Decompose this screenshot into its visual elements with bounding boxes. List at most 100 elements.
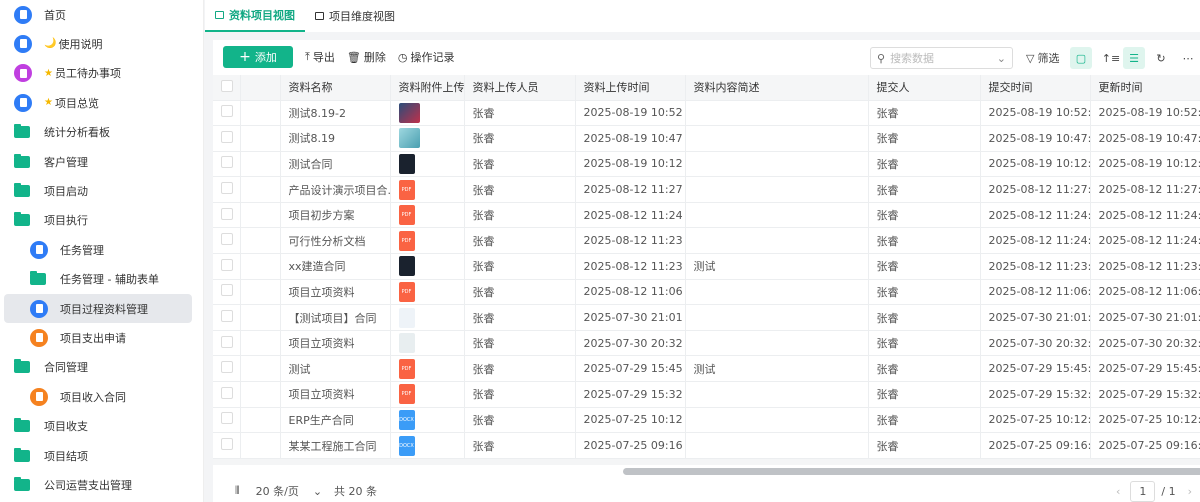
row-checkbox[interactable] (213, 407, 241, 434)
attachment-thumbnail[interactable]: PDF (390, 279, 465, 306)
export-button[interactable]: ⤒ 导出 (305, 49, 335, 65)
columns-icon[interactable]: ⫴ (235, 484, 240, 498)
attachment-thumbnail[interactable]: PDF (390, 227, 465, 255)
delete-button[interactable]: 🗑 删除 (347, 49, 386, 65)
sidebar-item[interactable]: 项目过程资料管理 (4, 294, 192, 323)
sidebar-item[interactable]: 任务管理 - 辅助表单 (4, 265, 192, 294)
column-header[interactable]: 资料上传人员 (464, 75, 576, 101)
attachment-thumbnail[interactable] (390, 304, 465, 331)
table-row[interactable]: 测试合同 张睿 2025-08-19 10:12 张睿 2025-08-19 10:12… (213, 151, 1200, 178)
table-row[interactable]: 产品设计演示项目合... PDF 张睿 2025-08-12 11:27 张睿 2025-… (213, 176, 1200, 203)
table-row[interactable]: 项目立项资料 PDF 张睿 2025-07-29 15:32 张睿 2025-07-29 … (213, 381, 1200, 408)
sidebar-item[interactable]: 公司运营支出管理 (4, 470, 192, 499)
sidebar-item[interactable]: ★ 项目总览 (4, 88, 192, 117)
row-checkbox[interactable] (213, 432, 241, 459)
sidebar-item[interactable]: 合同管理 (4, 353, 192, 382)
row-height-button[interactable]: ☰ (1123, 47, 1145, 69)
sidebar-item[interactable]: 项目收支 (4, 412, 192, 441)
table-cell: 张睿 (464, 381, 576, 408)
table-row[interactable]: 项目立项资料 张睿 2025-07-30 20:32 张睿 2025-07-30 20:… (213, 330, 1200, 357)
sidebar-item[interactable]: 首页 (4, 0, 192, 29)
filter-button[interactable]: ▽ 筛选 (1026, 47, 1059, 69)
row-checkbox[interactable] (213, 330, 241, 357)
column-header[interactable]: 提交时间 (980, 75, 1091, 101)
comment-button[interactable]: ▢ (1070, 47, 1092, 69)
more-button[interactable]: ⋯ (1178, 47, 1198, 69)
sidebar-item-label: 任务管理 (60, 243, 104, 257)
tab-material-view[interactable]: 资料项目视图 (205, 0, 305, 32)
row-checkbox[interactable] (213, 227, 241, 255)
attachment-thumbnail[interactable]: PDF (390, 381, 465, 408)
sidebar-item[interactable]: 项目收入合同 (4, 382, 192, 411)
column-header[interactable]: 资料上传时间 (575, 75, 686, 101)
sidebar-item[interactable]: 🌙 使用说明 (4, 29, 192, 58)
sort-button[interactable]: ↑≡ (1101, 47, 1121, 69)
row-checkbox[interactable] (213, 381, 241, 408)
sidebar-item[interactable]: 项目结项 (4, 441, 192, 470)
row-checkbox[interactable] (213, 279, 241, 306)
chevron-down-icon[interactable]: ⌄ (313, 485, 322, 498)
row-checkbox[interactable] (213, 100, 241, 127)
attachment-thumbnail[interactable] (390, 100, 465, 127)
table-cell (685, 125, 869, 152)
row-checkbox[interactable] (213, 125, 241, 152)
horizontal-scrollbar[interactable] (623, 468, 1200, 475)
table-cell: 某某工程施工合同 (280, 432, 391, 459)
attachment-thumbnail[interactable] (390, 253, 465, 280)
table-cell (685, 330, 869, 357)
table-row[interactable]: 测试8.19 张睿 2025-08-19 10:47 张睿 2025-08-19 10:… (213, 125, 1200, 152)
sidebar-item[interactable]: ★ 员工待办事项 (4, 59, 192, 88)
table-row[interactable]: ERP生产合同 DOCX 张睿 2025-07-25 10:12 张睿 2025-07-2… (213, 407, 1200, 434)
row-index (240, 355, 281, 383)
sidebar-item[interactable]: 项目启动 (4, 176, 192, 205)
table-cell: 2025-07-29 15:45 (575, 355, 686, 383)
attachment-thumbnail[interactable]: DOCX (390, 432, 465, 459)
select-all[interactable] (213, 75, 241, 101)
table-row[interactable]: 测试8.19-2 张睿 2025-08-19 10:52 张睿 2025-08-19 1… (213, 100, 1200, 127)
attachment-thumbnail[interactable] (390, 330, 465, 357)
search-input[interactable]: ⚲ 搜索数据 ⌄ (870, 47, 1013, 69)
tab-project-view[interactable]: 项目维度视图 (305, 0, 405, 32)
table-row[interactable]: 【测试项目】合同 张睿 2025-07-30 21:01 张睿 2025-07-30 2… (213, 304, 1200, 331)
column-header[interactable]: 资料附件上传 (390, 75, 465, 101)
attachment-thumbnail[interactable]: PDF (390, 355, 465, 383)
table-row[interactable]: xx建造合同 张睿 2025-08-12 11:23 测试 张睿 2025-08-12 1… (213, 253, 1200, 280)
table-row[interactable]: 某某工程施工合同 DOCX 张睿 2025-07-25 09:16 张睿 2025-07-… (213, 432, 1200, 459)
next-page-icon[interactable]: › (1188, 485, 1192, 498)
row-checkbox[interactable] (213, 202, 241, 229)
attachment-thumbnail[interactable]: DOCX (390, 407, 465, 434)
row-checkbox[interactable] (213, 253, 241, 280)
row-checkbox[interactable] (213, 304, 241, 331)
column-header[interactable]: 更新时间 (1090, 75, 1200, 101)
table-cell (685, 304, 869, 331)
sidebar-item[interactable]: 项目支出申请 (4, 323, 192, 352)
refresh-button[interactable]: ↻ (1151, 47, 1171, 69)
table-row[interactable]: 可行性分析文档 PDF 张睿 2025-08-12 11:23 张睿 2025-08-12… (213, 227, 1200, 255)
add-button[interactable]: + 添加 (223, 46, 293, 68)
page-size-select[interactable]: 20 条/页 (256, 483, 299, 499)
column-header[interactable]: 提交人 (868, 75, 981, 101)
row-checkbox[interactable] (213, 151, 241, 178)
page-input[interactable]: 1 (1130, 480, 1156, 502)
table-row[interactable]: 项目立项资料 PDF 张睿 2025-08-12 11:06 张睿 2025-08-12 … (213, 279, 1200, 306)
sidebar-item[interactable]: 统计分析看板 (4, 118, 192, 147)
row-checkbox[interactable] (213, 355, 241, 383)
table-cell: 张睿 (464, 407, 576, 434)
attachment-thumbnail[interactable]: PDF (390, 176, 465, 203)
log-button[interactable]: ◷ 操作记录 (398, 49, 455, 65)
row-checkbox[interactable] (213, 176, 241, 203)
attachment-thumbnail[interactable] (390, 125, 465, 152)
list-icon: ☰ (1129, 51, 1139, 65)
attachment-thumbnail[interactable]: PDF (390, 202, 465, 229)
column-header[interactable]: 资料名称 (280, 75, 391, 101)
sidebar-item[interactable]: 客户管理 (4, 147, 192, 176)
sidebar-item[interactable]: 项目执行 (4, 206, 192, 235)
table-row[interactable]: 测试 PDF 张睿 2025-07-29 15:45 测试 张睿 2025-07-29 15… (213, 355, 1200, 383)
receipt-icon (30, 328, 48, 347)
column-header[interactable]: 资料内容简述 (685, 75, 869, 101)
sidebar-item[interactable]: 任务管理 (4, 235, 192, 264)
attachment-thumbnail[interactable] (390, 151, 465, 178)
table-row[interactable]: 项目初步方案 PDF 张睿 2025-08-12 11:24 张睿 2025-08-12 … (213, 202, 1200, 229)
prev-page-icon[interactable]: ‹ (1116, 485, 1120, 498)
table-cell: 2025-08-12 11:23:18 (1090, 253, 1200, 280)
